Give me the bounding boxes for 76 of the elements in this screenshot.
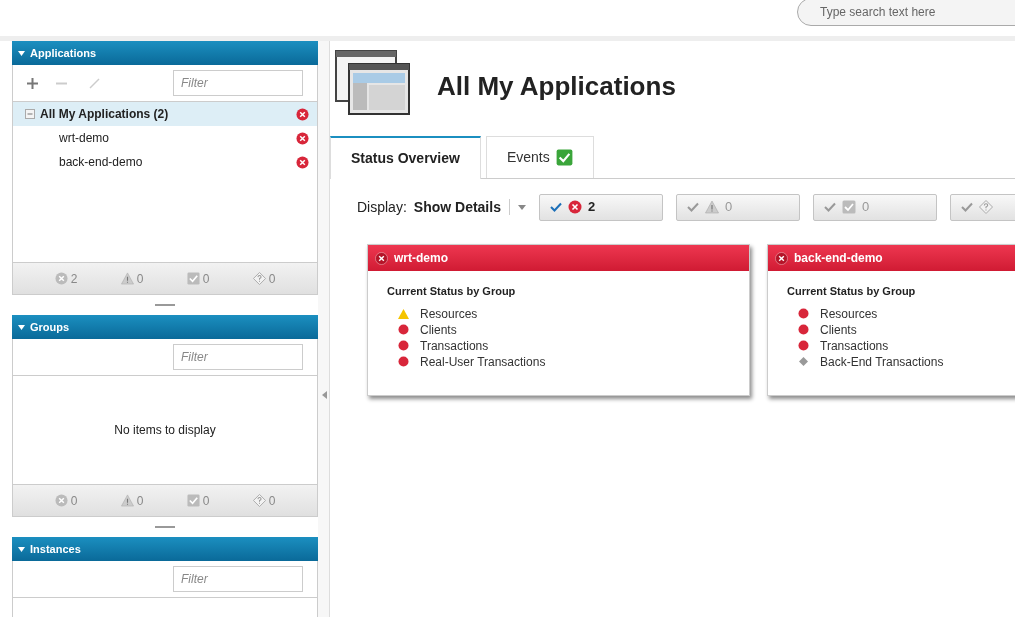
error-icon: [296, 107, 309, 121]
card-title[interactable]: wrt-demo: [394, 249, 448, 267]
panel-header[interactable]: Groups: [12, 315, 318, 339]
status-dot-icon: [398, 356, 409, 367]
warning-icon: [120, 494, 134, 507]
add-icon[interactable]: [27, 77, 38, 89]
panel-header[interactable]: Applications: [12, 41, 318, 65]
empty-message: No items to display: [114, 422, 216, 439]
collapse-box-icon[interactable]: [25, 109, 35, 119]
status-count: 0: [202, 270, 210, 288]
page-title: All My Applications: [437, 69, 676, 103]
status-dot-icon: [798, 340, 809, 351]
filter-field[interactable]: Filter: [173, 70, 303, 96]
tree-item[interactable]: All My Applications (2): [13, 102, 317, 126]
warning-icon: [120, 272, 134, 285]
card-subtitle: Current Status by Group: [787, 284, 917, 299]
search-field[interactable]: Type search text here: [797, 0, 1015, 26]
error-icon: [375, 251, 388, 265]
status-count: 0: [202, 492, 210, 510]
group-name[interactable]: Clients: [820, 320, 857, 339]
status-count: 2: [70, 270, 78, 288]
tab[interactable]: Status Overview: [330, 136, 481, 179]
error-icon: [567, 200, 582, 214]
checkbox-icon: [186, 494, 200, 507]
warning-triangle-icon: [398, 308, 409, 319]
status-count: 0: [136, 270, 144, 288]
caret-down-icon: [18, 50, 25, 56]
group-name[interactable]: Real-User Transactions: [420, 352, 546, 371]
question-diamond-icon: [252, 272, 266, 285]
group-name[interactable]: Transactions: [820, 336, 889, 355]
status-count: 0: [136, 492, 144, 510]
status-count: 0: [268, 270, 276, 288]
group-name[interactable]: Transactions: [420, 336, 489, 355]
status-filter-button[interactable]: 2: [538, 193, 663, 221]
filter-field[interactable]: Filter: [173, 344, 303, 370]
error-icon: [296, 155, 309, 169]
checkbox-icon: [186, 272, 200, 285]
check-icon: [823, 202, 836, 212]
check-icon: [960, 202, 973, 212]
filter-field[interactable]: Filter: [173, 566, 303, 592]
tab[interactable]: Events: [485, 136, 594, 178]
group-name[interactable]: Resources: [420, 304, 478, 323]
application-card[interactable]: back-end-demo Current Status by Group Resources Clients Transactions Back-End Transactions: [767, 244, 1015, 396]
checkbox-icon: [555, 149, 573, 166]
caret-down-icon: [18, 546, 25, 552]
pencil-icon[interactable]: [89, 77, 100, 89]
card-subtitle: Current Status by Group: [387, 284, 517, 299]
warning-icon: [704, 200, 719, 214]
group-name[interactable]: Back-End Transactions: [820, 352, 944, 371]
question-diamond-icon: [252, 494, 266, 507]
check-icon: [549, 202, 562, 212]
panel-header[interactable]: Instances: [12, 537, 318, 561]
splitter-handle[interactable]: [155, 304, 175, 306]
application-card[interactable]: wrt-demo Current Status by Group Resources Clients Transactions Real-User Transactions: [367, 244, 750, 396]
error-icon: [54, 494, 68, 507]
error-icon: [296, 131, 309, 145]
error-icon: [54, 272, 68, 285]
collapse-arrow-icon[interactable]: [322, 391, 327, 399]
error-icon: [775, 251, 788, 265]
group-name[interactable]: Clients: [420, 320, 457, 339]
status-count: 0: [268, 492, 276, 510]
display-label: Display:: [357, 197, 407, 217]
caret-down-icon: [18, 324, 25, 330]
status-dot-icon: [398, 324, 409, 335]
display-dropdown[interactable]: Show Details: [413, 196, 526, 218]
check-icon: [686, 202, 699, 212]
status-count: 0: [70, 492, 78, 510]
status-dot-icon: [798, 308, 809, 319]
caret-down-icon: [517, 204, 526, 210]
splitter-handle[interactable]: [155, 526, 175, 528]
status-dot-icon: [398, 340, 409, 351]
checkbox-icon: [841, 200, 856, 214]
diamond-icon: [799, 357, 808, 366]
group-name[interactable]: Resources: [820, 304, 878, 323]
status-dot-icon: [798, 324, 809, 335]
question-diamond-icon: [978, 200, 993, 214]
